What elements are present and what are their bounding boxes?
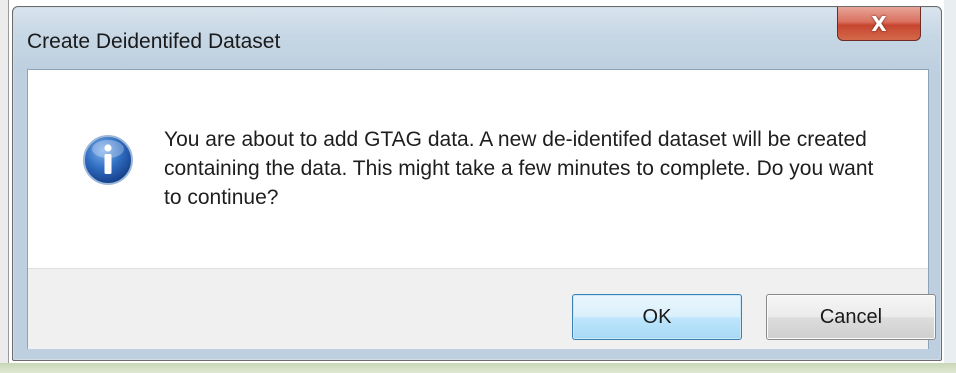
background-window-edge-left (0, 0, 9, 373)
message-dialog: Create Deidentifed Dataset X You are abo… (12, 6, 942, 361)
cancel-button[interactable]: Cancel (766, 294, 936, 340)
dialog-title: Create Deidentifed Dataset (27, 30, 281, 53)
message-area: You are about to add GTAG data. A new de… (28, 70, 928, 268)
ok-button[interactable]: OK (572, 294, 742, 340)
close-icon: X (871, 11, 887, 36)
background-window-edge-right (944, 0, 956, 373)
message-text: You are about to add GTAG data. A new de… (164, 128, 874, 209)
dialog-body: You are about to add GTAG data. A new de… (27, 69, 936, 349)
information-icon (83, 135, 133, 185)
dialog-titlebar[interactable]: Create Deidentifed Dataset X (13, 7, 941, 69)
button-bar: OK Cancel (28, 268, 936, 349)
background-window-edge-bottom (0, 363, 956, 373)
close-button[interactable]: X (837, 7, 921, 41)
